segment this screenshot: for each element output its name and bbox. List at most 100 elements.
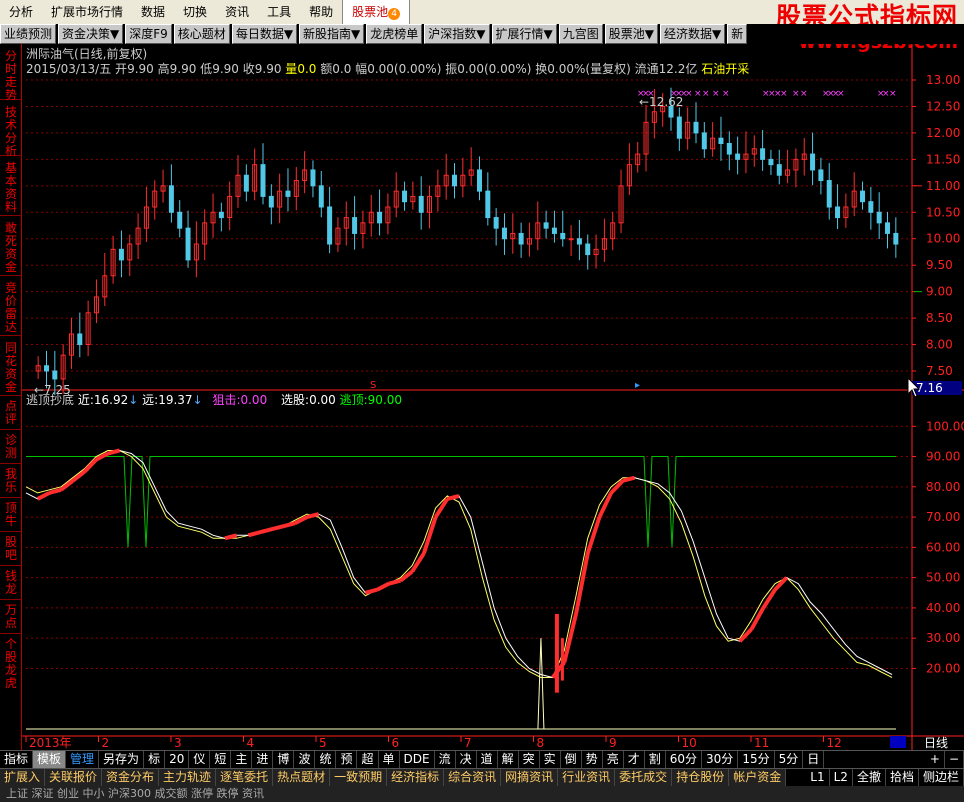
indicator-tab[interactable]: 流: [435, 751, 456, 768]
rising-segment: [271, 524, 284, 532]
function-tab[interactable]: 委托成交: [615, 769, 673, 786]
indicator-tab[interactable]: 短: [210, 751, 232, 768]
candle-body: [718, 137, 724, 144]
indicator-tab[interactable]: 预: [336, 751, 358, 768]
right-tab[interactable]: 侧边栏: [919, 769, 964, 786]
nav-comment[interactable]: 点评: [0, 396, 22, 430]
menu-tools[interactable]: 工具: [258, 0, 300, 24]
function-tab[interactable]: 主力轨迹: [159, 769, 217, 786]
indicator-tab[interactable]: 实: [540, 751, 561, 768]
function-tab[interactable]: 一致预期: [330, 769, 388, 786]
menu-extended-market[interactable]: 扩展市场行情: [42, 0, 132, 24]
indicator-tab[interactable]: 解: [498, 751, 519, 768]
function-tab[interactable]: 热点题材: [273, 769, 331, 786]
nav-dare-fund[interactable]: 敢死资金: [0, 216, 22, 276]
indicator-tab[interactable]: 割: [645, 751, 666, 768]
ind-tick-label: 90.00: [926, 450, 960, 464]
nav-ths-fund[interactable]: 同花资金: [0, 336, 22, 396]
nav-auction-radar[interactable]: 竞价雷达: [0, 276, 22, 336]
ind-near: 16.92: [93, 393, 129, 407]
tb-nine-grid[interactable]: 九宫图: [558, 24, 603, 44]
indicator-tab[interactable]: 决: [456, 751, 477, 768]
indicator-tab[interactable]: 模板: [33, 751, 67, 768]
indicator-tab[interactable]: 倒: [561, 751, 582, 768]
candle-body: [476, 169, 482, 192]
tb-index[interactable]: 沪深指数▼: [424, 24, 490, 44]
right-tab[interactable]: 全撤: [853, 769, 886, 786]
indicator-tab[interactable]: 波: [294, 751, 316, 768]
right-tab[interactable]: L2: [830, 769, 853, 786]
indicator-tab[interactable]: 势: [582, 751, 603, 768]
indicator-tab[interactable]: 突: [519, 751, 540, 768]
indicator-tab[interactable]: 标: [144, 751, 166, 768]
tb-core-theme[interactable]: 核心题材: [173, 24, 230, 44]
function-tab[interactable]: 关联报价: [45, 769, 103, 786]
candle-body: [876, 211, 882, 224]
menu-news[interactable]: 资讯: [216, 0, 258, 24]
nav-diagnose[interactable]: 诊测: [0, 430, 22, 464]
tb-performance-forecast[interactable]: 业绩预测: [0, 24, 57, 44]
tb-economic-data[interactable]: 经济数据▼: [660, 24, 726, 44]
indicator-tab[interactable]: 才: [624, 751, 645, 768]
function-tab[interactable]: 资金分布: [102, 769, 160, 786]
indicator-tab[interactable]: 单: [379, 751, 400, 768]
indicator-tab[interactable]: 博: [273, 751, 295, 768]
nav-technical[interactable]: 技术分析: [0, 100, 22, 158]
nav-dingniu[interactable]: 顶牛: [0, 498, 22, 532]
indicator-tab[interactable]: 统: [315, 751, 337, 768]
tb-stock-pool[interactable]: 股票池▼: [604, 24, 659, 44]
indicator-tab[interactable]: 5分: [775, 751, 804, 768]
tb-new[interactable]: 新: [727, 24, 748, 44]
function-tab[interactable]: 逐笔委托: [216, 769, 274, 786]
nav-wandian[interactable]: 万点: [0, 600, 22, 634]
indicator-tab[interactable]: 20: [165, 751, 190, 768]
nav-qianlong[interactable]: 钱龙: [0, 566, 22, 600]
menu-analysis[interactable]: 分析: [0, 0, 42, 24]
indicator-tab[interactable]: 另存为: [99, 751, 145, 768]
indicator-tab[interactable]: 60分: [666, 751, 703, 768]
zoom-button[interactable]: −: [945, 751, 964, 768]
indicator-tab[interactable]: 15分: [738, 751, 775, 768]
function-tab[interactable]: 综合资讯: [444, 769, 502, 786]
tb-fund-decision[interactable]: 资金决策▼: [58, 24, 124, 44]
indicator-tab[interactable]: 进: [252, 751, 274, 768]
indicator-tab[interactable]: 道: [477, 751, 498, 768]
tb-extended-quote[interactable]: 扩展行情▼: [491, 24, 557, 44]
nav-intraday[interactable]: 分时走势: [0, 44, 22, 102]
nav-guba[interactable]: 股吧: [0, 532, 22, 566]
indicator-tab[interactable]: 亮: [603, 751, 624, 768]
function-tab[interactable]: 持仓股份: [672, 769, 730, 786]
tb-new-stock-guide[interactable]: 新股指南▼: [299, 24, 365, 44]
price-tick-label: 12.50: [926, 99, 960, 113]
indicator-tab[interactable]: 超: [357, 751, 379, 768]
right-tab[interactable]: L1: [806, 769, 830, 786]
function-tab[interactable]: 扩展入: [0, 769, 46, 786]
indicator-tab[interactable]: 30分: [702, 751, 739, 768]
date-scroll-box: [890, 736, 906, 748]
indicator-tab[interactable]: 管理: [66, 751, 100, 768]
function-tab[interactable]: 网摘资讯: [501, 769, 559, 786]
indicator-tab[interactable]: 日: [803, 751, 825, 768]
zoom-button[interactable]: +: [926, 751, 945, 768]
indicator-tab[interactable]: 指标: [0, 751, 34, 768]
tb-dragon-tiger[interactable]: 龙虎榜单: [366, 24, 423, 44]
tb-daily-data[interactable]: 每日数据▼: [231, 24, 298, 44]
indicator-tab[interactable]: DDE: [400, 751, 435, 768]
function-tab[interactable]: 经济指标: [387, 769, 445, 786]
nav-wole[interactable]: 我乐: [0, 464, 22, 498]
function-tab[interactable]: 帐户资金: [729, 769, 787, 786]
indicator-tab[interactable]: 主: [231, 751, 253, 768]
right-tab[interactable]: 拾档: [886, 769, 919, 786]
candle-body: [818, 169, 824, 182]
function-tab[interactable]: 行业资讯: [558, 769, 616, 786]
tb-depth-f9[interactable]: 深度F9: [125, 24, 172, 44]
menu-help[interactable]: 帮助: [300, 0, 342, 24]
nav-dragon-tiger[interactable]: 个股龙虎: [0, 634, 22, 690]
date-tick-label: 10: [682, 736, 697, 750]
menu-data[interactable]: 数据: [132, 0, 174, 24]
indicator-tab[interactable]: 仪: [189, 751, 211, 768]
menu-stock-pool[interactable]: 股票池 4: [342, 0, 411, 25]
menu-switch[interactable]: 切换: [174, 0, 216, 24]
candle-body: [285, 190, 291, 197]
nav-fundamentals[interactable]: 基本资料: [0, 156, 22, 216]
